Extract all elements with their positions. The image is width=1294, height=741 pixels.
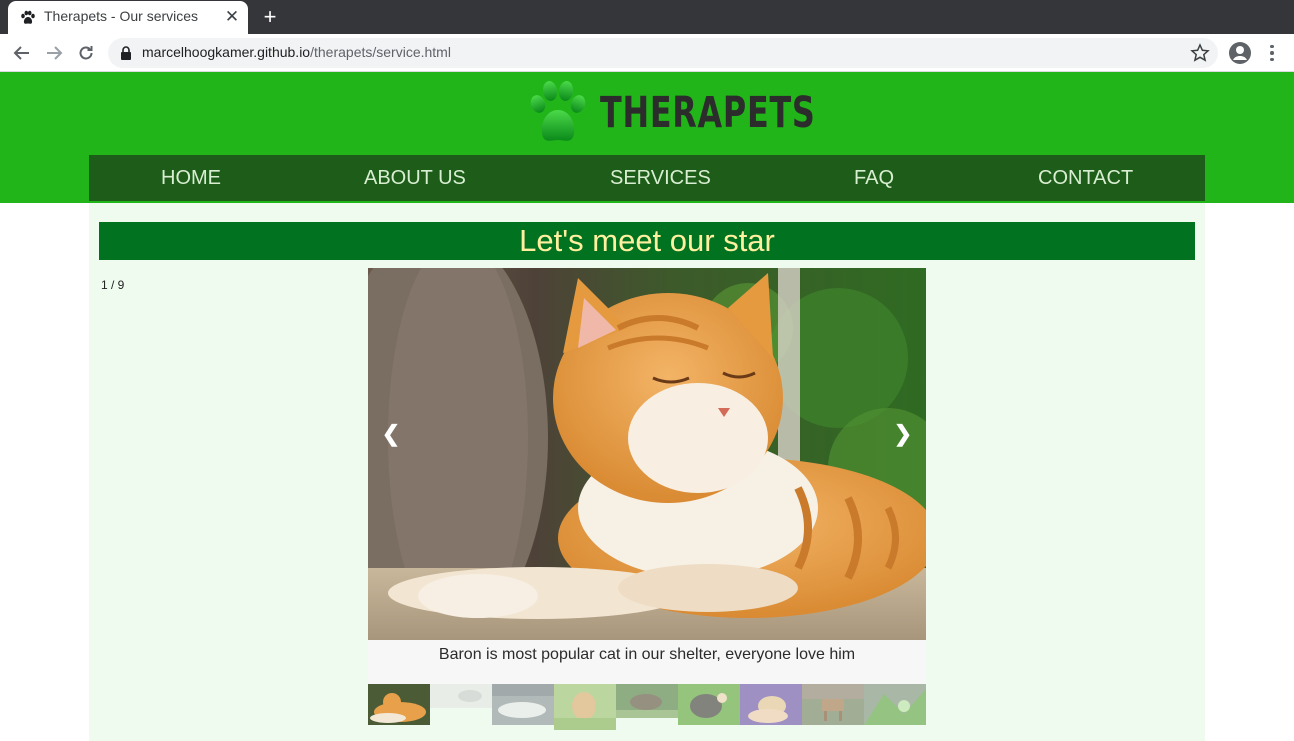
- address-bar[interactable]: marcelhoogkamer.github.io/therapets/serv…: [108, 38, 1218, 68]
- new-tab-button[interactable]: +: [258, 4, 282, 30]
- thumbnail-5[interactable]: [616, 684, 678, 718]
- logo-text: THERAPETS: [600, 88, 816, 138]
- bookmark-star-icon[interactable]: [1190, 43, 1210, 63]
- reload-button[interactable]: [74, 41, 98, 65]
- thumbnail-9[interactable]: [864, 684, 926, 725]
- back-button[interactable]: [10, 41, 34, 65]
- profile-avatar-icon[interactable]: [1228, 41, 1252, 65]
- url-host: marcelhoogkamer.github.io: [142, 44, 311, 60]
- arrow-right-icon: [47, 46, 63, 60]
- next-slide-button[interactable]: ❯: [888, 419, 918, 449]
- thumbnail-4[interactable]: [554, 684, 616, 730]
- site-logo[interactable]: THERAPETS: [528, 80, 815, 146]
- nav-faq[interactable]: FAQ: [854, 155, 894, 201]
- thumbnail-8[interactable]: [802, 684, 864, 725]
- thumbnail-7[interactable]: [740, 684, 802, 725]
- browser-menu-icon[interactable]: [1262, 41, 1282, 65]
- caption-container: Baron is most popular cat in our shelter…: [368, 640, 926, 684]
- nav-home[interactable]: HOME: [161, 155, 221, 201]
- thumbnail-3[interactable]: [492, 684, 554, 725]
- nav-services[interactable]: SERVICES: [610, 155, 711, 201]
- reload-icon: [79, 46, 93, 60]
- tab-close-icon[interactable]: ✕: [223, 7, 241, 27]
- section-title: Let's meet our star: [99, 222, 1195, 260]
- paw-logo-icon: [530, 81, 586, 141]
- thumbnail-row: [368, 684, 926, 730]
- url-text: marcelhoogkamer.github.io/therapets/serv…: [142, 44, 451, 60]
- thumbnail-2[interactable]: [430, 684, 492, 725]
- slideshow-image: ❮ ❯: [368, 268, 926, 640]
- services-content: Let's meet our star 1 / 9 ❮ ❯ Baron is m…: [89, 203, 1205, 741]
- site-header: THERAPETS HOME ABOUT US SERVICES FAQ CON…: [0, 72, 1294, 203]
- nav-contact[interactable]: CONTACT: [1038, 155, 1133, 201]
- cat-photo: [368, 268, 926, 640]
- lock-icon: [121, 46, 131, 60]
- nav-about-us[interactable]: ABOUT US: [364, 155, 466, 201]
- tab-title: Therapets - Our services: [44, 8, 199, 24]
- thumbnail-1[interactable]: [368, 684, 430, 725]
- paw-favicon-icon: [21, 10, 35, 24]
- browser-tabstrip: Therapets - Our services ✕ +: [0, 0, 1294, 34]
- slide-counter: 1 / 9: [101, 278, 125, 292]
- slide-caption: Baron is most popular cat in our shelter…: [438, 646, 856, 663]
- arrow-left-icon: [13, 46, 29, 60]
- url-path: /therapets/service.html: [310, 44, 451, 60]
- forward-button[interactable]: [42, 41, 66, 65]
- main-nav: HOME ABOUT US SERVICES FAQ CONTACT: [89, 155, 1205, 201]
- browser-tab[interactable]: Therapets - Our services ✕: [8, 1, 248, 34]
- prev-slide-button[interactable]: ❮: [376, 419, 406, 449]
- thumbnail-6[interactable]: [678, 684, 740, 725]
- browser-toolbar: marcelhoogkamer.github.io/therapets/serv…: [0, 34, 1294, 72]
